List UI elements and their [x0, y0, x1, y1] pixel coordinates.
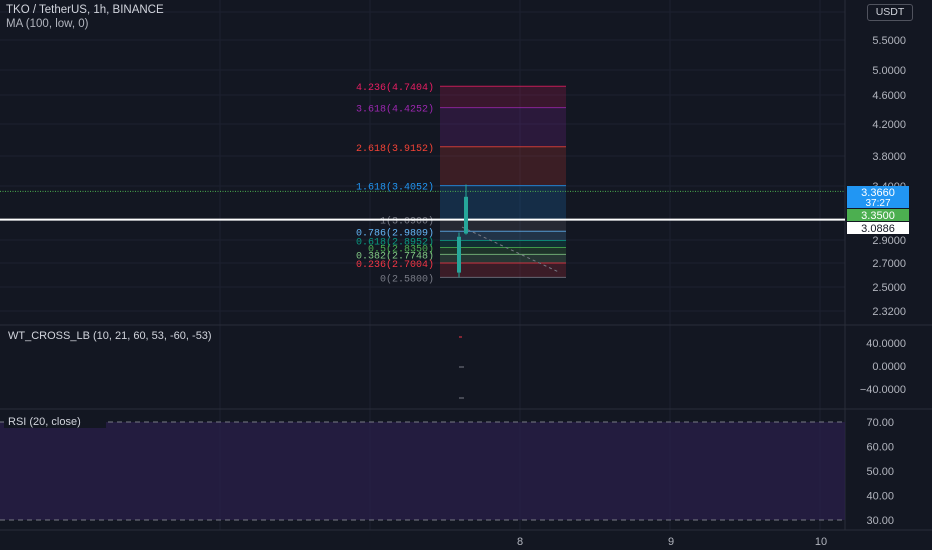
rsi-y-tick-label: 30.00	[866, 515, 894, 527]
wt-pane-title: WT_CROSS_LB (10, 21, 60, 53, -60, -53)	[8, 330, 212, 342]
rsi-y-tick-label: 60.00	[866, 442, 894, 454]
y-tick-label: 4.6000	[872, 90, 906, 102]
fib-level-label: 3.618(4.4252)	[356, 104, 434, 116]
y-tick-label: 4.2000	[872, 119, 906, 131]
wt-y-tick-label: 40.0000	[866, 338, 906, 350]
fib-level-label: 0(2.5800)	[380, 273, 434, 285]
wt-y-tick-label: 0.0000	[872, 361, 906, 373]
fib-band	[440, 146, 566, 186]
candle-body	[464, 196, 468, 234]
fib-band	[440, 107, 566, 147]
fib-level-label: 2.618(3.9152)	[356, 143, 434, 155]
y-tick-label: 2.9000	[872, 235, 906, 247]
fib-band	[440, 185, 566, 220]
x-tick-label: 10	[815, 536, 827, 548]
y-tick-label: 5.0000	[872, 65, 906, 77]
rsi-y-tick-label: 50.00	[866, 466, 894, 478]
y-tick-label: 2.7000	[872, 258, 906, 270]
ma-legend: MA (100, low, 0)	[6, 18, 89, 30]
x-tick-label: 8	[517, 536, 523, 548]
x-tick-label: 9	[668, 536, 674, 548]
price-tag-value: 3.0886	[861, 223, 895, 235]
candle-body	[457, 236, 461, 273]
y-tick-label: 5.5000	[872, 35, 906, 47]
fib-level-label: 1(3.0900)	[380, 215, 434, 227]
y-tick-label: 3.8000	[872, 151, 906, 163]
rsi-band	[0, 422, 845, 520]
fib-level-label: 0.236(2.7004)	[356, 259, 434, 271]
fib-band	[440, 86, 566, 108]
y-tick-label: 2.3200	[872, 306, 906, 318]
rsi-pane-title: RSI (20, close)	[8, 416, 81, 428]
rsi-y-tick-label: 70.00	[866, 417, 894, 429]
symbol-title: TKO / TetherUS, 1h, BINANCE	[6, 4, 164, 16]
wt-y-tick-label: −40.0000	[860, 384, 906, 396]
price-tag-countdown: 37:27	[865, 198, 890, 209]
fib-level-label: 4.236(4.7404)	[356, 82, 434, 94]
currency-button[interactable]: USDT	[867, 4, 913, 21]
y-tick-label: 2.5000	[872, 282, 906, 294]
rsi-y-tick-label: 40.00	[866, 491, 894, 503]
chart-canvas[interactable]: 4.236(4.7404) 3.618(4.4252) 2.618(3.9152) 1…	[0, 0, 932, 550]
fib-band	[440, 219, 566, 232]
price-tag-value: 3.3500	[861, 210, 895, 222]
